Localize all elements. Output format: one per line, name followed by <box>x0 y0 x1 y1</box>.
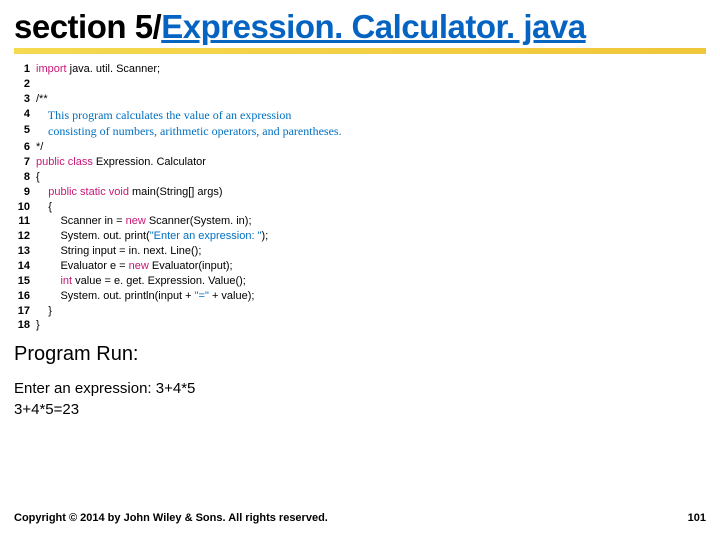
slide-title: section 5/Expression. Calculator. java <box>0 0 720 46</box>
line-number: 17 <box>14 304 36 319</box>
code-line: 17 } <box>14 304 706 319</box>
code-line: 7public class Expression. Calculator <box>14 155 706 170</box>
code-text: consisting of numbers, arithmetic operat… <box>36 123 342 140</box>
code-text: System. out. print("Enter an expression:… <box>36 229 268 244</box>
copyright-text: Copyright © 2014 by John Wiley & Sons. A… <box>14 512 328 524</box>
title-prefix: section 5/ <box>14 8 161 45</box>
code-text: import java. util. Scanner; <box>36 62 160 77</box>
run-input: 3+4*5 <box>156 380 196 397</box>
slide-footer: Copyright © 2014 by John Wiley & Sons. A… <box>14 512 706 524</box>
line-number: 2 <box>14 77 36 92</box>
line-number: 3 <box>14 92 36 107</box>
code-text: System. out. println(input + "=" + value… <box>36 289 254 304</box>
code-text: public static void main(String[] args) <box>36 185 222 200</box>
code-text: { <box>36 170 40 185</box>
code-line: 14 Evaluator e = new Evaluator(input); <box>14 259 706 274</box>
line-number: 10 <box>14 200 36 215</box>
code-line: 8{ <box>14 170 706 185</box>
run-output: Enter an expression: 3+4*5 3+4*5=23 <box>0 366 720 420</box>
line-number: 6 <box>14 140 36 155</box>
page-number: 101 <box>688 512 706 524</box>
run-prompt: Enter an expression: <box>14 380 156 397</box>
line-number: 14 <box>14 259 36 274</box>
line-number: 18 <box>14 318 36 333</box>
code-line: 3/** <box>14 92 706 107</box>
code-line: 12 System. out. print("Enter an expressi… <box>14 229 706 244</box>
code-text: /** <box>36 92 48 107</box>
line-number: 15 <box>14 274 36 289</box>
code-line: 9 public static void main(String[] args) <box>14 185 706 200</box>
code-line: 16 System. out. println(input + "=" + va… <box>14 289 706 304</box>
code-line: 5 consisting of numbers, arithmetic oper… <box>14 123 706 140</box>
line-number: 9 <box>14 185 36 200</box>
title-link: Expression. Calculator. java <box>161 8 585 45</box>
code-text: } <box>36 318 40 333</box>
line-number: 1 <box>14 62 36 77</box>
code-text: This program calculates the value of an … <box>36 107 291 124</box>
code-line: 4 This program calculates the value of a… <box>14 107 706 124</box>
code-listing: 1import java. util. Scanner;23/**4 This … <box>0 62 720 333</box>
code-line: 10 { <box>14 200 706 215</box>
divider-bar <box>14 48 706 54</box>
code-text: public class Expression. Calculator <box>36 155 206 170</box>
code-text: Scanner in = new Scanner(System. in); <box>36 214 252 229</box>
line-number: 7 <box>14 155 36 170</box>
code-line: 15 int value = e. get. Expression. Value… <box>14 274 706 289</box>
program-run-heading: Program Run: <box>0 333 720 366</box>
code-line: 1import java. util. Scanner; <box>14 62 706 77</box>
code-line: 6*/ <box>14 140 706 155</box>
line-number: 8 <box>14 170 36 185</box>
line-number: 5 <box>14 123 36 140</box>
code-text: } <box>36 304 52 319</box>
line-number: 12 <box>14 229 36 244</box>
line-number: 16 <box>14 289 36 304</box>
code-text: */ <box>36 140 43 155</box>
code-line: 11 Scanner in = new Scanner(System. in); <box>14 214 706 229</box>
code-text: int value = e. get. Expression. Value(); <box>36 274 246 289</box>
code-text: String input = in. next. Line(); <box>36 244 201 259</box>
code-line: 2 <box>14 77 706 92</box>
line-number: 11 <box>14 214 36 229</box>
line-number: 13 <box>14 244 36 259</box>
code-text: { <box>36 200 52 215</box>
code-text: Evaluator e = new Evaluator(input); <box>36 259 233 274</box>
code-line: 18} <box>14 318 706 333</box>
line-number: 4 <box>14 107 36 124</box>
run-result: 3+4*5=23 <box>14 399 706 420</box>
code-line: 13 String input = in. next. Line(); <box>14 244 706 259</box>
